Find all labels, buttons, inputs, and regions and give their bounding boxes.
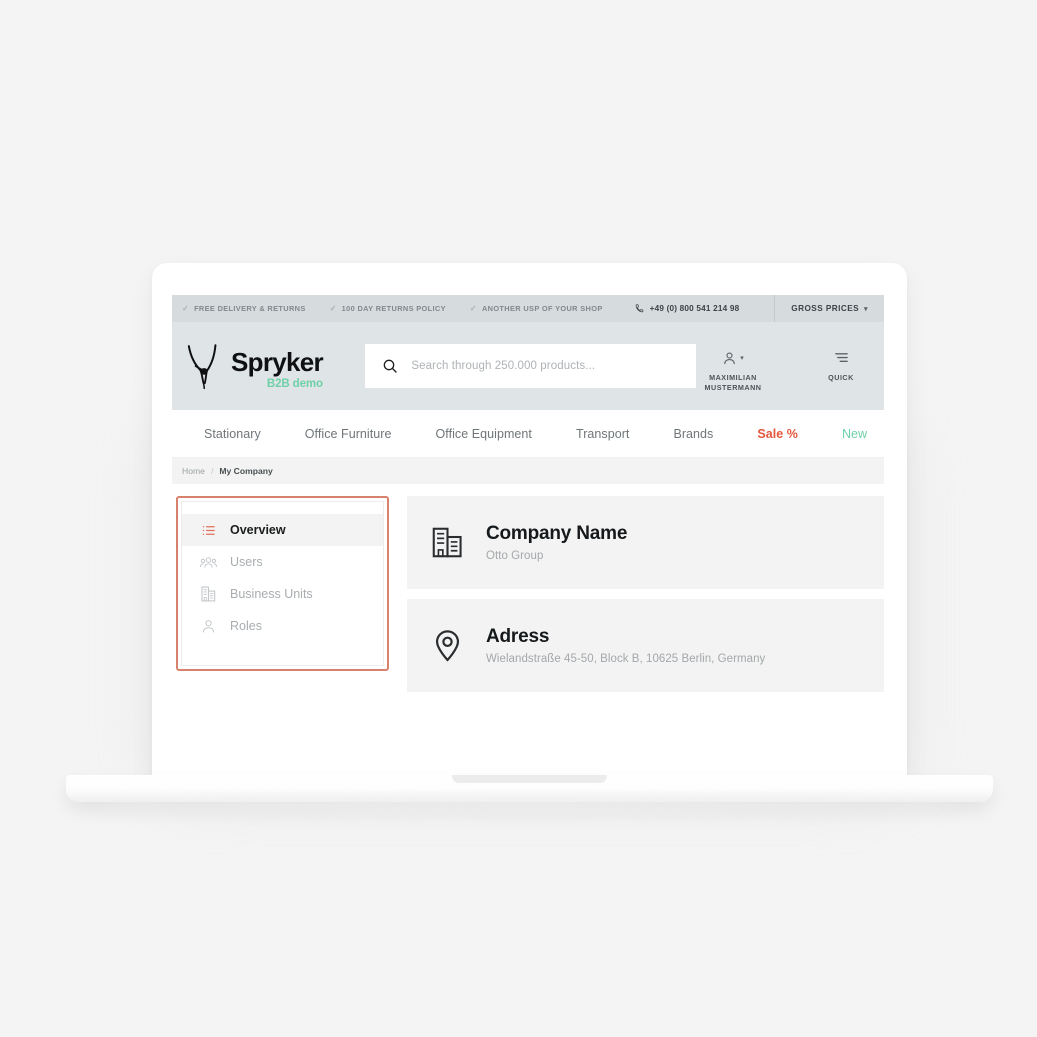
chevron-down-icon: ▾ (864, 305, 868, 313)
card-value: Otto Group (486, 550, 544, 562)
sidebar-annotation-box: Overview Users Business Units Roles (176, 496, 389, 671)
header-actions: ▾ MAXIMILIAN MUSTERMANN QUICK (696, 322, 884, 410)
price-mode-label: GROSS PRICES (791, 304, 860, 313)
location-pin-icon (431, 629, 464, 662)
search-placeholder: Search through 250.000 products... (411, 360, 596, 372)
list-icon (200, 522, 217, 539)
sidebar-item-label: Roles (230, 619, 262, 633)
nav-item-transport[interactable]: Transport (554, 427, 651, 441)
card-title: Adress (486, 626, 550, 647)
card-title: Company Name (486, 523, 628, 544)
check-icon: ✓ (329, 304, 337, 313)
screenshot-stage: ✓ FREE DELIVERY & RETURNS ✓ 100 DAY RETU… (0, 0, 1037, 1037)
check-icon: ✓ (469, 304, 477, 313)
chevron-down-icon: ▾ (740, 354, 744, 362)
sidebar-item-overview[interactable]: Overview (182, 514, 383, 546)
sidebar-item-roles[interactable]: Roles (182, 610, 383, 642)
spryker-antelope-logo-icon (187, 344, 217, 390)
logo-sublabel: B2B demo (266, 378, 323, 390)
nav-item-office-furniture[interactable]: Office Furniture (283, 427, 414, 441)
account-name-line1: MAXIMILIAN (709, 373, 757, 382)
site-header: Spryker B2B demo Search through 250.000 … (172, 322, 884, 410)
usp-item-1: ✓ FREE DELIVERY & RETURNS (182, 304, 320, 313)
person-icon (724, 351, 735, 364)
account-name-line2: MUSTERMANN (704, 382, 762, 392)
breadcrumb-separator: / (210, 466, 214, 476)
laptop-foot-shadow (100, 800, 960, 810)
logo-link[interactable]: Spryker B2B demo (186, 340, 341, 392)
quick-order-menu[interactable]: QUICK (804, 349, 878, 383)
account-menu[interactable]: ▾ MAXIMILIAN MUSTERMANN (696, 349, 770, 392)
phone-number: +49 (0) 800 541 214 98 (649, 304, 740, 313)
search-input[interactable]: Search through 250.000 products... (365, 344, 696, 388)
address-card: Adress Wielandstraße 45-50, Block B, 106… (407, 599, 884, 692)
phone-icon (635, 304, 643, 313)
company-sidebar: Overview Users Business Units Roles (181, 501, 384, 666)
page-body: Overview Users Business Units Roles Comp… (172, 484, 884, 748)
card-value: Wielandstraße 45-50, Block B, 10625 Berl… (486, 653, 766, 665)
usp-label: ANOTHER USP OF YOUR SHOP (481, 304, 603, 313)
company-name-text: Company Name Otto Group (486, 523, 627, 562)
quick-order-label: QUICK (828, 373, 854, 382)
browser-viewport: ✓ FREE DELIVERY & RETURNS ✓ 100 DAY RETU… (172, 295, 884, 748)
sidebar-item-users[interactable]: Users (182, 546, 383, 578)
price-mode-selector[interactable]: GROSS PRICES ▾ (774, 295, 884, 322)
logo-wordmark: Spryker (231, 347, 324, 377)
search-icon (384, 359, 398, 373)
sidebar-item-label: Users (230, 555, 263, 569)
company-name-card: Company Name Otto Group (407, 496, 884, 589)
phone-link[interactable]: +49 (0) 800 541 214 98 (635, 304, 740, 313)
nav-item-stationary[interactable]: Stationary (182, 427, 283, 441)
sidebar-item-label: Overview (230, 523, 286, 537)
main-navigation: Stationary Office Furniture Office Equip… (172, 410, 884, 458)
usp-item-2: ✓ 100 DAY RETURNS POLICY (320, 304, 460, 313)
usp-item-3: ✓ ANOTHER USP OF YOUR SHOP (460, 304, 617, 313)
breadcrumb: Home / My Company (172, 458, 884, 484)
usp-label: FREE DELIVERY & RETURNS (194, 304, 306, 313)
breadcrumb-current: My Company (219, 466, 273, 476)
building-icon (431, 526, 464, 559)
sliders-icon (834, 353, 848, 362)
nav-item-brands[interactable]: Brands (651, 427, 735, 441)
building-icon (200, 586, 217, 603)
users-icon (200, 554, 217, 571)
check-icon: ✓ (182, 304, 190, 313)
breadcrumb-home[interactable]: Home (182, 466, 205, 476)
utility-bar: ✓ FREE DELIVERY & RETURNS ✓ 100 DAY RETU… (172, 295, 884, 322)
sidebar-item-label: Business Units (230, 587, 313, 601)
nav-item-new[interactable]: New (820, 427, 884, 441)
address-text: Adress Wielandstraße 45-50, Block B, 106… (486, 626, 765, 665)
usp-label: 100 DAY RETURNS POLICY (341, 304, 446, 313)
nav-item-office-equipment[interactable]: Office Equipment (414, 427, 554, 441)
sidebar-item-business-units[interactable]: Business Units (182, 578, 383, 610)
account-icon-group: ▾ (722, 349, 744, 366)
laptop-notch (452, 775, 607, 783)
nav-item-sale[interactable]: Sale % (735, 427, 820, 441)
company-overview-content: Company Name Otto Group Adress Wielandst… (407, 496, 884, 748)
person-icon (200, 618, 217, 635)
quick-order-icon-group (834, 349, 849, 366)
